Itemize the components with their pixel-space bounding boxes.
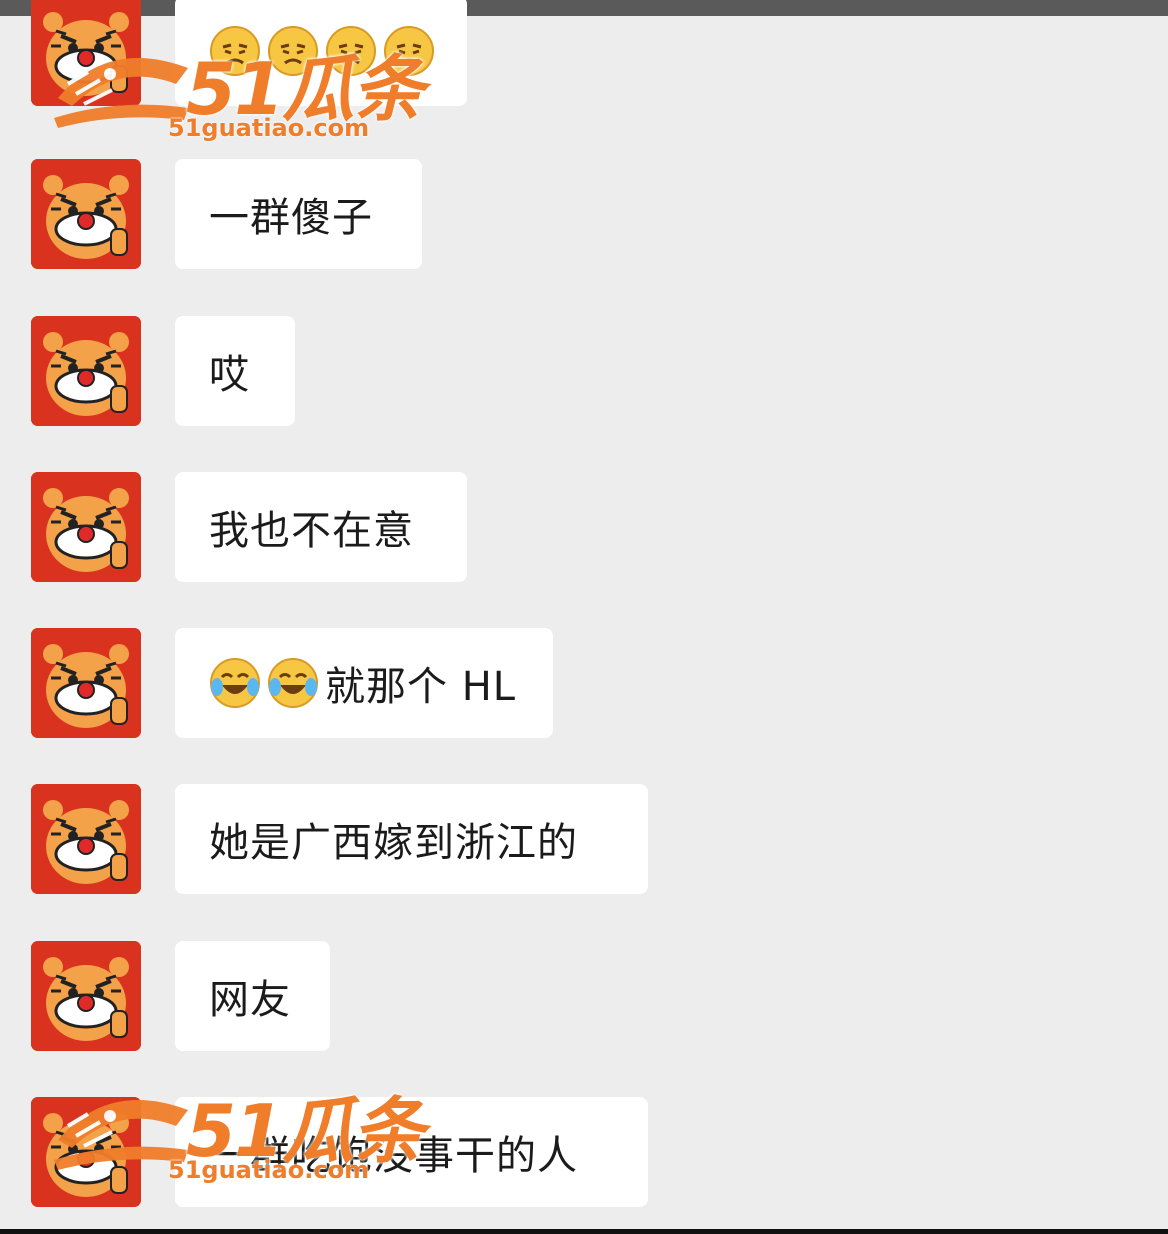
emoji-row [209, 657, 325, 709]
chat-message: 一群吃饱没事干的人 [0, 1097, 1168, 1207]
avatar[interactable] [31, 472, 141, 582]
message-text: 一群吃饱没事干的人 [209, 1133, 578, 1179]
bottom-edge [0, 1229, 1168, 1234]
chat-message-list[interactable]: 一群傻子 哎 我也不在意 就那个 HL 她是广西嫁到浙江的 网友 一群吃饱没事干… [0, 0, 1168, 1234]
message-text: 她是广西嫁到浙江的 [209, 820, 578, 866]
message-bubble[interactable]: 哎 [175, 316, 295, 426]
persevere-face-icon [267, 25, 319, 77]
persevere-face-icon [383, 25, 435, 77]
message-bubble[interactable]: 就那个 HL [175, 628, 553, 738]
tears-of-joy-face-icon [209, 657, 261, 709]
message-text: 就那个 HL [325, 664, 517, 710]
avatar[interactable] [31, 941, 141, 1051]
avatar[interactable] [31, 784, 141, 894]
message-text: 哎 [209, 352, 250, 398]
chat-message: 哎 [0, 316, 1168, 426]
avatar[interactable] [31, 316, 141, 426]
emoji-row [209, 25, 441, 77]
chat-message: 网友 [0, 941, 1168, 1051]
message-bubble[interactable]: 她是广西嫁到浙江的 [175, 784, 648, 894]
message-text: 一群傻子 [209, 195, 373, 241]
chat-message [0, 0, 1168, 106]
message-text: 网友 [209, 977, 291, 1023]
persevere-face-icon [209, 25, 261, 77]
message-bubble[interactable]: 网友 [175, 941, 330, 1051]
persevere-face-icon [325, 25, 377, 77]
message-bubble[interactable] [175, 0, 467, 106]
avatar[interactable] [31, 628, 141, 738]
message-text: 我也不在意 [209, 508, 414, 554]
message-bubble[interactable]: 我也不在意 [175, 472, 467, 582]
tears-of-joy-face-icon [267, 657, 319, 709]
avatar[interactable] [31, 1097, 141, 1207]
chat-message: 我也不在意 [0, 472, 1168, 582]
chat-message: 一群傻子 [0, 159, 1168, 269]
avatar[interactable] [31, 159, 141, 269]
chat-message: 就那个 HL [0, 628, 1168, 738]
chat-message: 她是广西嫁到浙江的 [0, 784, 1168, 894]
message-bubble[interactable]: 一群傻子 [175, 159, 422, 269]
avatar[interactable] [31, 0, 141, 106]
message-bubble[interactable]: 一群吃饱没事干的人 [175, 1097, 648, 1207]
